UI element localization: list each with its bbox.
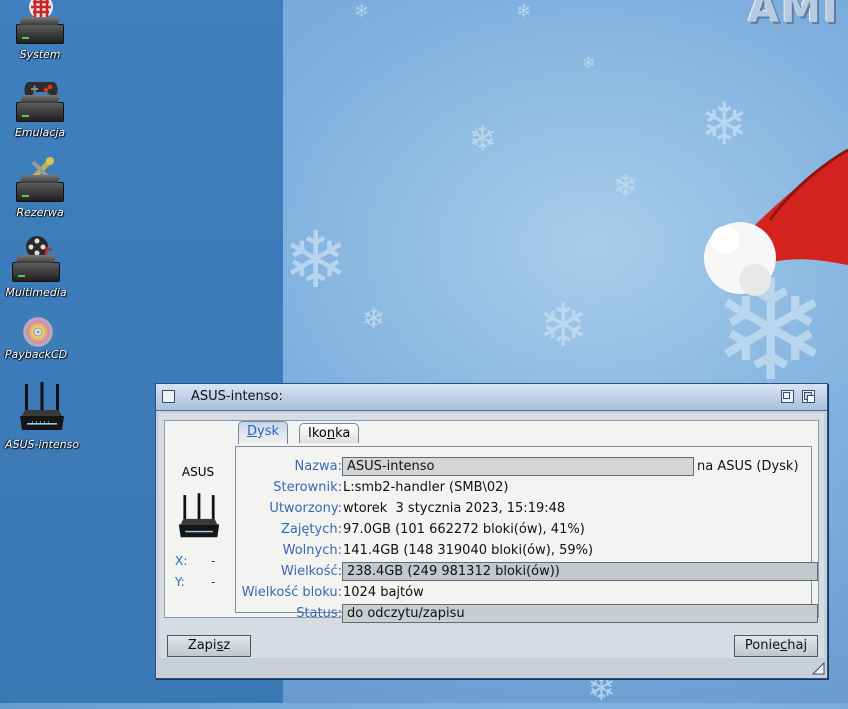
field-row-block: Wielkość bloku: bbox=[236, 583, 342, 603]
desktop-icon-asus-intenso[interactable]: ASUS-intenso bbox=[2, 382, 82, 451]
desktop-icon-system[interactable]: System bbox=[0, 0, 80, 61]
tab-dysk[interactable]: Dysk bbox=[238, 421, 289, 444]
created-value: wtorek 3 stycznia 2023, 15:19:48 bbox=[343, 501, 566, 516]
desktop-icon-label: Rezerwa bbox=[16, 206, 64, 219]
size-label: Wielkość: bbox=[280, 564, 342, 579]
desktop-icon-emulacja[interactable]: Emulacja bbox=[0, 78, 80, 139]
driver-label: Sterownik: bbox=[273, 480, 342, 495]
multimedia-drive-icon bbox=[10, 236, 62, 286]
cancel-button[interactable]: Poniechaj bbox=[734, 635, 818, 657]
driver-value: L:smb2-handler (SMB\02) bbox=[343, 480, 509, 495]
volume-label: ASUS bbox=[181, 465, 215, 479]
tab-ikonka[interactable]: Ikonka bbox=[299, 423, 360, 443]
depth-button[interactable] bbox=[802, 390, 815, 403]
router-icon bbox=[16, 382, 68, 438]
tools-drive-icon bbox=[14, 157, 66, 206]
status-label: Status: bbox=[296, 606, 342, 621]
desktop-icon-multimedia[interactable]: Multimedia bbox=[0, 236, 76, 299]
window-content: ASUS X: - Y: - Dysk Ikonka Nazwa: ASUS-i… bbox=[159, 413, 824, 658]
block-size-value: 1024 bajtów bbox=[343, 585, 424, 600]
snowflake-icon: ❄ bbox=[283, 216, 349, 306]
block-size-label: Wielkość bloku: bbox=[241, 585, 342, 600]
desktop-icon-label: System bbox=[19, 48, 61, 61]
desktop-icon-paybackcd[interactable]: PaybackCD bbox=[0, 314, 76, 361]
x-label: X: bbox=[175, 554, 188, 568]
system-drive-icon bbox=[14, 0, 66, 48]
field-row-created: Utworzony: bbox=[236, 499, 342, 519]
info-window: ASUS-intenso: ASUS X: - Y: - Dysk Ikonka… bbox=[155, 383, 828, 679]
snowflake-icon: ❄ bbox=[354, 1, 370, 22]
field-row-driver: Sterownik: bbox=[236, 478, 342, 498]
y-value: - bbox=[211, 575, 216, 589]
desktop-icon-label: ASUS-intenso bbox=[4, 438, 80, 451]
close-button[interactable] bbox=[162, 390, 175, 403]
desktop-icon-label: Emulacja bbox=[14, 126, 66, 139]
santa-hat-icon bbox=[704, 148, 848, 296]
desktop-icon-label: PaybackCD bbox=[4, 348, 68, 361]
desktop-icon-rezerwa[interactable]: Rezerwa bbox=[0, 157, 80, 219]
created-label: Utworzony: bbox=[269, 501, 342, 516]
y-label: Y: bbox=[175, 575, 185, 589]
router-icon bbox=[178, 493, 220, 538]
field-row-name: Nazwa: bbox=[236, 457, 343, 477]
snowflake-icon: ❄ bbox=[538, 291, 589, 361]
cd-icon bbox=[10, 314, 62, 348]
name-input[interactable]: ASUS-intenso bbox=[342, 457, 694, 476]
amiga-logo: AMI bbox=[748, 0, 840, 32]
snowflake-icon: ❄ bbox=[613, 169, 639, 204]
resize-handle-icon[interactable] bbox=[812, 662, 825, 675]
size-gauge: 238.4GB (249 981312 bloki(ów)) bbox=[342, 562, 818, 581]
snowflake-icon: ❄ bbox=[582, 53, 596, 72]
snowflake-icon: ❄ bbox=[362, 302, 386, 335]
gamepad-drive-icon bbox=[14, 78, 66, 126]
info-panel: ASUS X: - Y: - Dysk Ikonka Nazwa: ASUS-i… bbox=[164, 420, 819, 623]
field-row-used: Zajętych: bbox=[236, 520, 342, 540]
window-title: ASUS-intenso: bbox=[191, 389, 283, 404]
field-row-status: Status: bbox=[236, 604, 342, 624]
field-row-free: Wolnych: bbox=[236, 541, 342, 561]
status-field: do odczytu/zapisu bbox=[342, 604, 818, 623]
window-titlebar[interactable]: ASUS-intenso: bbox=[156, 384, 827, 411]
free-label: Wolnych: bbox=[282, 543, 342, 558]
free-value: 141.4GB (148 319040 bloki(ów), 59%) bbox=[343, 543, 594, 558]
used-label: Zajętych: bbox=[280, 522, 342, 537]
snowflake-icon: ❄ bbox=[516, 1, 532, 22]
snowflake-icon: ❄ bbox=[468, 119, 497, 159]
used-value: 97.0GB (101 662272 bloki(ów), 41%) bbox=[343, 522, 585, 537]
zoom-button[interactable] bbox=[781, 390, 794, 403]
desktop-icon-label: Multimedia bbox=[5, 286, 67, 299]
save-button[interactable]: Zapisz bbox=[167, 635, 251, 657]
properties-panel: Nazwa: ASUS-intenso na ASUS (Dysk) Stero… bbox=[235, 446, 818, 623]
name-suffix: na ASUS (Dysk) bbox=[697, 459, 799, 474]
name-label: Nazwa: bbox=[294, 459, 343, 474]
x-value: - bbox=[211, 554, 216, 568]
field-row-size: Wielkość: bbox=[236, 562, 342, 582]
volume-preview: ASUS X: - Y: - bbox=[165, 421, 231, 617]
